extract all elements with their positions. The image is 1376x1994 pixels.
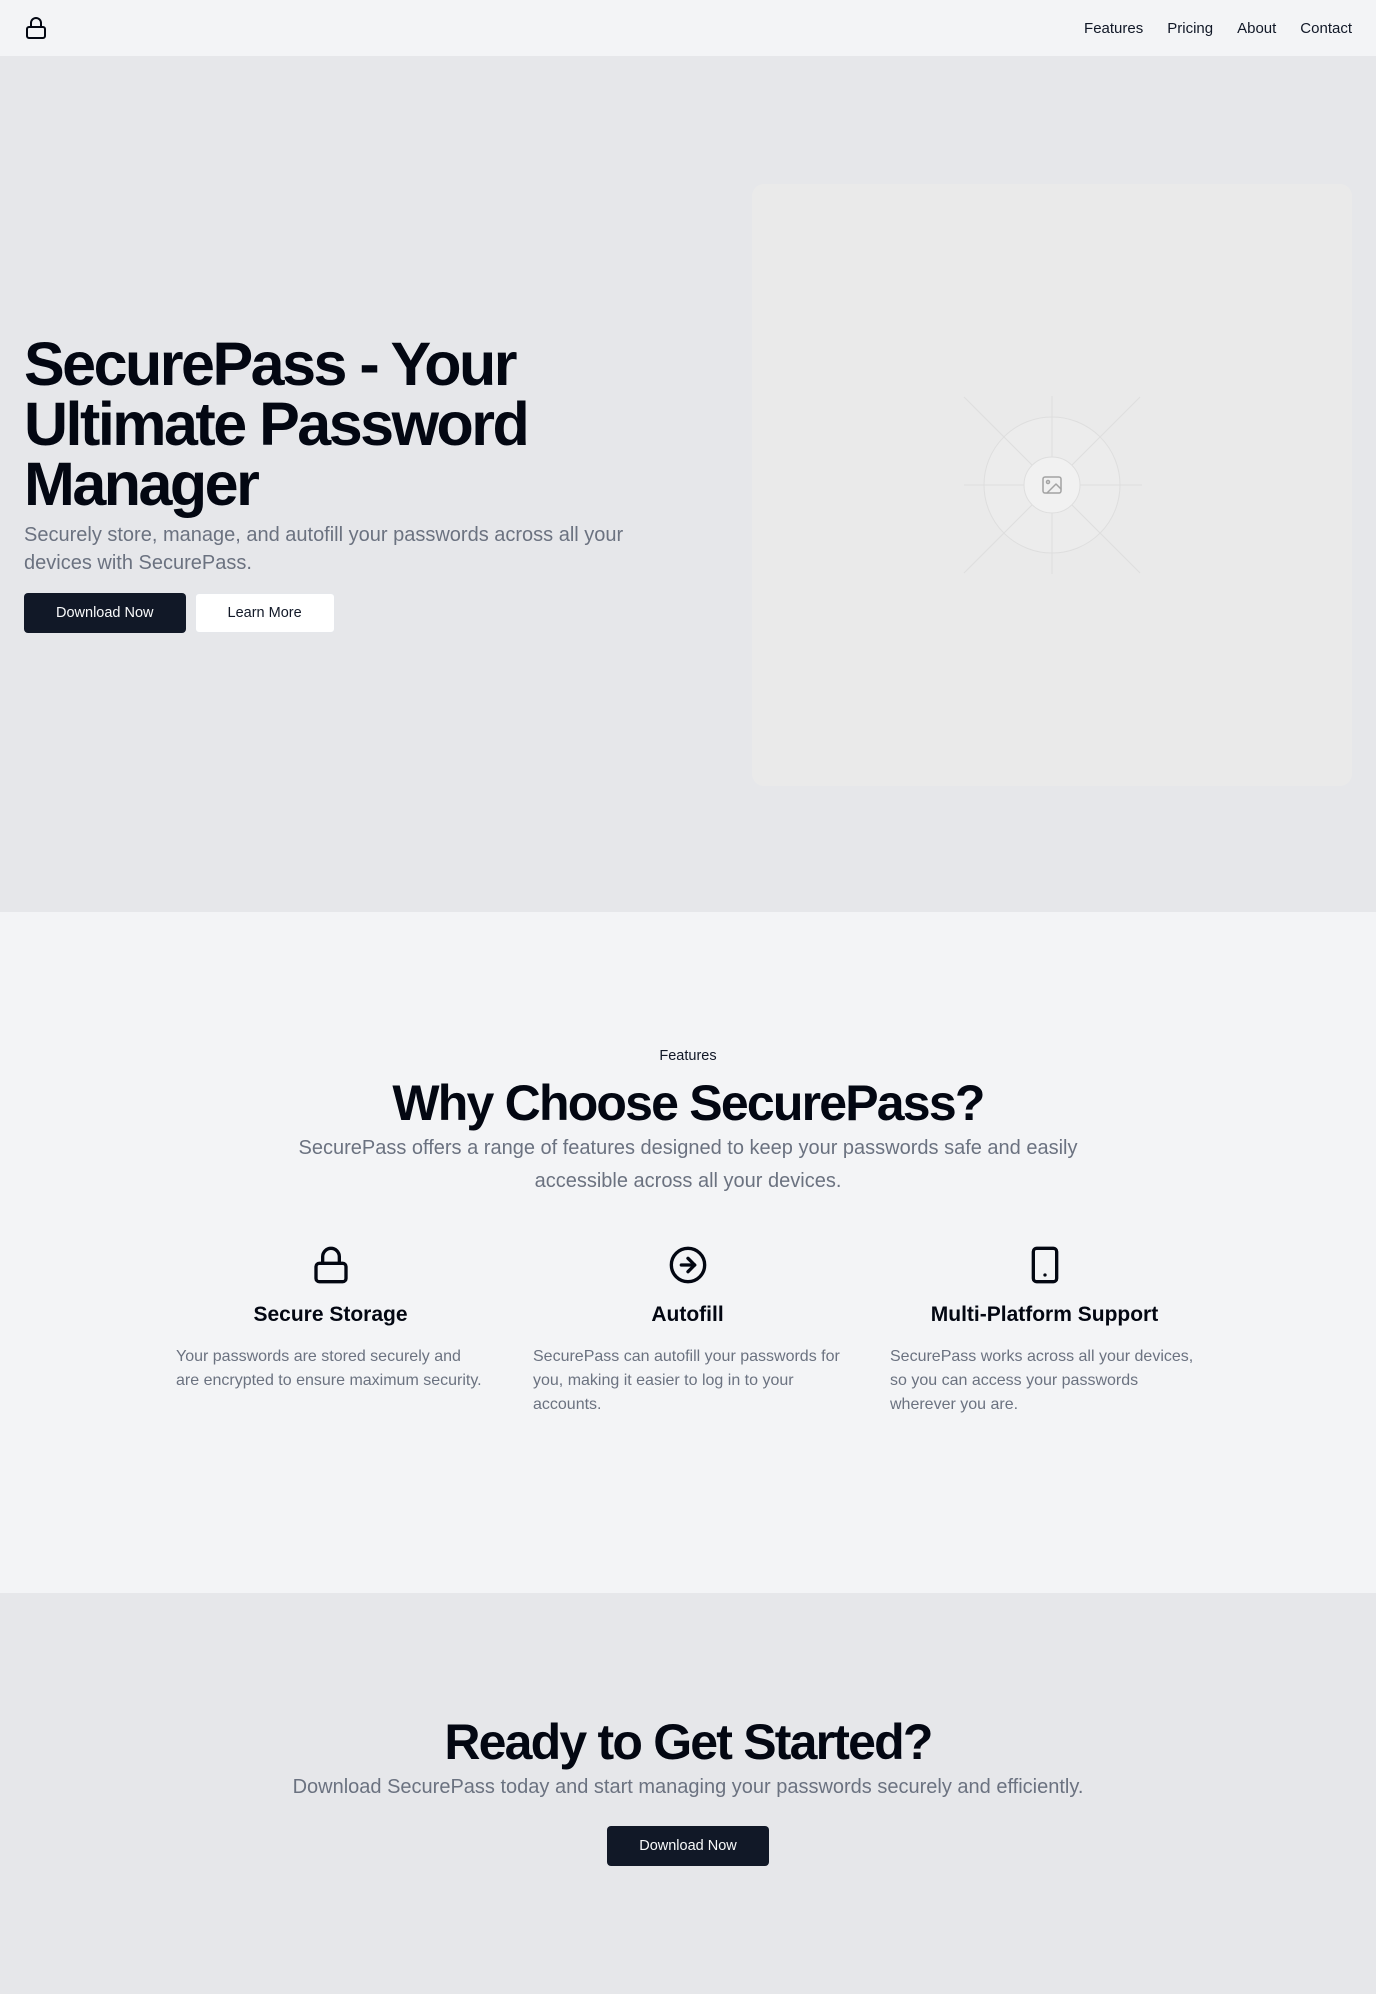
cta-subtitle: Download SecurePass today and start mana… [292, 1776, 1084, 1798]
features-grid: Secure Storage Your passwords are stored… [176, 1245, 1200, 1417]
feature-description: SecurePass can autofill your passwords f… [533, 1348, 840, 1413]
feature-icon-wrap [176, 1245, 485, 1285]
nav-link-features[interactable]: Features [1084, 20, 1143, 37]
hero-image-placeholder [752, 184, 1352, 786]
feature-title: Secure Storage [253, 1303, 408, 1326]
hero-section: SecurePass - Your Ultimate Password Mana… [0, 56, 1376, 912]
site-header: Features Pricing About Contact [0, 0, 1376, 56]
nav-link-contact[interactable]: Contact [1300, 20, 1352, 37]
logo-link[interactable] [24, 16, 48, 40]
tablet-icon [1031, 1246, 1058, 1284]
feature-description: Your passwords are stored securely and a… [176, 1348, 482, 1389]
cta-section: Ready to Get Started? Download SecurePas… [0, 1593, 1376, 1994]
feature-title: Multi-Platform Support [930, 1303, 1159, 1326]
feature-title: Autofill [651, 1303, 724, 1326]
hero-content: SecurePass - Your Ultimate Password Mana… [24, 334, 644, 633]
cta-title: Ready to Get Started? [444, 1714, 933, 1770]
features-eyebrow: Features [659, 1048, 717, 1064]
hero-buttons: Download Now Learn More [24, 593, 644, 633]
image-placeholder-icon [963, 396, 1142, 574]
arrow-right-circle-icon [669, 1246, 706, 1284]
feature-card-secure-storage: Secure Storage Your passwords are stored… [176, 1245, 485, 1417]
nav-link-about[interactable]: About [1237, 20, 1276, 37]
features-subtitle: SecurePass offers a range of features de… [298, 1137, 1078, 1192]
nav-link-pricing[interactable]: Pricing [1167, 20, 1213, 37]
feature-icon-wrap [890, 1245, 1199, 1285]
features-title: Why Choose SecurePass? [392, 1075, 985, 1131]
download-now-button[interactable]: Download Now [24, 593, 186, 633]
main-nav: Features Pricing About Contact [1084, 20, 1352, 37]
feature-description: SecurePass works across all your devices… [890, 1348, 1194, 1413]
learn-more-button[interactable]: Learn More [194, 593, 335, 633]
lock-icon [26, 17, 46, 39]
cta-button-wrap: Download Now [0, 1826, 1376, 1866]
cta-download-now-button[interactable]: Download Now [607, 1826, 769, 1866]
feature-icon-wrap [533, 1245, 842, 1285]
feature-card-autofill: Autofill SecurePass can autofill your pa… [533, 1245, 842, 1417]
hero-title: SecurePass - Your Ultimate Password Mana… [24, 330, 530, 518]
lock-icon [313, 1246, 348, 1284]
feature-card-multi-platform: Multi-Platform Support SecurePass works … [890, 1245, 1199, 1417]
hero-subtitle: Securely store, manage, and autofill you… [24, 524, 624, 574]
features-section: Features Why Choose SecurePass? SecurePa… [0, 912, 1376, 1593]
page: Features Pricing About Contact SecurePas… [0, 0, 1376, 1994]
